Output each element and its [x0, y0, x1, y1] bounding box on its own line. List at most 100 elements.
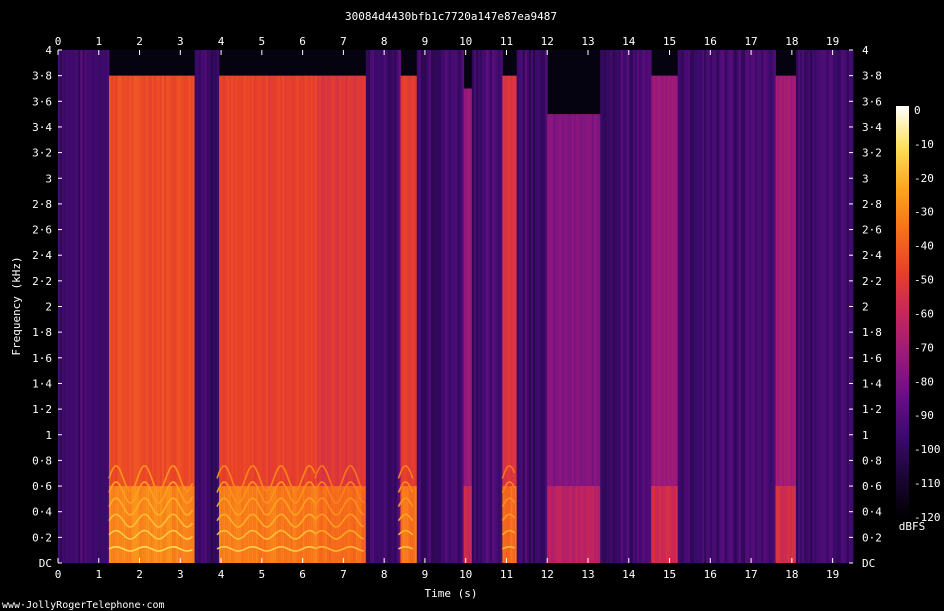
- colorbar-tick-label: -30: [914, 206, 934, 219]
- y-tick-label: 0·2: [862, 531, 882, 544]
- y-tick-label: 3: [862, 172, 869, 185]
- y-tick-label: 0·8: [862, 454, 882, 467]
- y-tick-label: 1: [862, 429, 869, 442]
- y-tick-label: 2·8: [32, 198, 52, 211]
- x-tick-label: 3: [177, 568, 184, 581]
- x-tick-label: 16: [704, 35, 717, 48]
- x-tick-label: 16: [704, 568, 717, 581]
- y-tick-label: 1·2: [32, 403, 52, 416]
- x-tick-label: 10: [459, 568, 472, 581]
- spectrogram-chart: 30084d4430bfb1c7720a147e87ea9487 0123456…: [2, 10, 941, 611]
- x-tick-label: 18: [785, 35, 798, 48]
- y-tick-label: 3·4: [32, 121, 52, 134]
- x-tick-label: 8: [381, 35, 388, 48]
- y-tick-label: 2·8: [862, 198, 882, 211]
- y-tick-label: 1: [45, 429, 52, 442]
- chart-title: 30084d4430bfb1c7720a147e87ea9487: [345, 10, 557, 23]
- x-tick-label: 17: [744, 35, 757, 48]
- colorbar-label: dBFS: [899, 520, 926, 533]
- x-tick-label: 17: [744, 568, 757, 581]
- colorbar-tick-label: -70: [914, 341, 934, 354]
- x-tick-label: 3: [177, 35, 184, 48]
- y-tick-label: 1·2: [862, 403, 882, 416]
- x-tick-label: 15: [663, 568, 676, 581]
- y-tick-label: 2·4: [862, 249, 882, 262]
- x-tick-label: 2: [136, 568, 143, 581]
- footer-credit: www·JollyRogerTelephone·com: [2, 600, 165, 611]
- y-tick-label: 0·8: [32, 454, 52, 467]
- x-tick-label: 1: [95, 568, 102, 581]
- x-tick-label: 9: [422, 35, 429, 48]
- y-tick-label: 1·6: [862, 352, 882, 365]
- x-axis-label: Time (s): [425, 587, 478, 600]
- colorbar-tick-label: -20: [914, 172, 934, 185]
- x-tick-label: 11: [500, 35, 513, 48]
- x-tick-label: 19: [826, 568, 839, 581]
- y-axis-label: Frequency (kHz): [10, 256, 23, 355]
- x-tick-label: 4: [218, 35, 225, 48]
- y-tick-label: 2·2: [862, 275, 882, 288]
- y-tick-label: DC: [862, 557, 875, 570]
- colorbar-tick-label: -40: [914, 240, 934, 253]
- x-tick-label: 11: [500, 568, 513, 581]
- colorbar-tick-label: -50: [914, 274, 934, 287]
- y-tick-label: 3·2: [32, 147, 52, 160]
- x-tick-label: 6: [299, 35, 306, 48]
- y-tick-label: 1·4: [862, 377, 882, 390]
- x-tick-label: 0: [55, 568, 62, 581]
- y-tick-label: DC: [39, 557, 52, 570]
- colorbar-tick-label: -60: [914, 307, 934, 320]
- colorbar-tick-label: -100: [914, 443, 941, 456]
- y-tick-label: 0·4: [32, 506, 52, 519]
- y-tick-label: 3·4: [862, 121, 882, 134]
- x-tick-label: 0: [55, 35, 62, 48]
- y-tick-label: 2: [862, 301, 869, 314]
- y-tick-label: 2·6: [862, 224, 882, 237]
- y-tick-label: 3·6: [862, 95, 882, 108]
- y-tick-label: 4: [862, 44, 869, 57]
- y-tick-label: 3·2: [862, 147, 882, 160]
- x-tick-label: 6: [299, 568, 306, 581]
- x-tick-label: 14: [622, 568, 636, 581]
- x-tick-label: 7: [340, 35, 347, 48]
- plot-area: [58, 50, 854, 564]
- y-tick-label: 2: [45, 301, 52, 314]
- x-tick-label: 13: [581, 35, 594, 48]
- y-tick-label: 0·6: [862, 480, 882, 493]
- colorbar-tick-label: -90: [914, 409, 934, 422]
- y-tick-label: 4: [45, 44, 52, 57]
- x-tick-label: 19: [826, 35, 839, 48]
- x-tick-label: 12: [541, 35, 554, 48]
- x-tick-label: 12: [541, 568, 554, 581]
- colorbar-tick-label: -110: [914, 477, 941, 490]
- x-tick-label: 2: [136, 35, 143, 48]
- y-tick-label: 1·6: [32, 352, 52, 365]
- x-tick-label: 1: [95, 35, 102, 48]
- y-tick-label: 0·2: [32, 531, 52, 544]
- x-tick-label: 14: [622, 35, 636, 48]
- x-tick-label: 13: [581, 568, 594, 581]
- x-tick-label: 5: [259, 568, 266, 581]
- x-tick-label: 8: [381, 568, 388, 581]
- y-tick-label: 3·8: [32, 70, 52, 83]
- y-tick-label: 2·4: [32, 249, 52, 262]
- y-tick-label: 1·8: [862, 326, 882, 339]
- colorbar-tick-label: -10: [914, 138, 934, 151]
- y-tick-label: 0·6: [32, 480, 52, 493]
- colorbar: [896, 106, 909, 519]
- colorbar-ticks: 0-10-20-30-40-50-60-70-80-90-100-110-120: [914, 104, 941, 524]
- y-tick-label: 3·8: [862, 70, 882, 83]
- x-tick-label: 10: [459, 35, 472, 48]
- colorbar-tick-label: -80: [914, 375, 934, 388]
- x-tick-label: 15: [663, 35, 676, 48]
- y-tick-label: 1·4: [32, 377, 52, 390]
- y-tick-label: 1·8: [32, 326, 52, 339]
- y-axis-right: DC 0·2 0·4 0·6 0·8 1 1·2 1·4 1·6 1·8 2 2·2 2·4 2·6 2·8…: [849, 44, 882, 570]
- y-tick-label: 3·6: [32, 95, 52, 108]
- colorbar-tick-label: 0: [914, 104, 921, 117]
- x-tick-label: 4: [218, 568, 225, 581]
- x-tick-label: 7: [340, 568, 347, 581]
- x-tick-label: 9: [422, 568, 429, 581]
- x-tick-label: 18: [785, 568, 798, 581]
- y-axis-left: DC 0·2 0·4 0·6 0·8 1 1·2 1·4 1·6 1·8 2 2·2 2·4 2·6 2·8…: [32, 44, 62, 570]
